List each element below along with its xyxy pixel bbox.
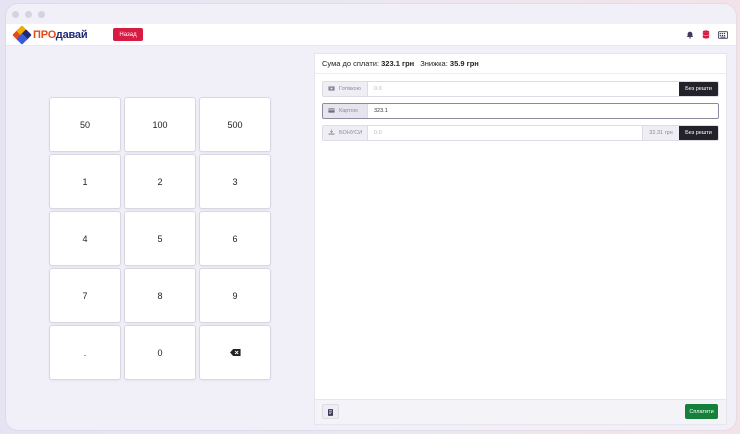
bonus-payment-row: БОНУСИ 0.0 32.31 грн Без решти: [322, 125, 719, 141]
key-dot[interactable]: .: [49, 325, 121, 380]
bonus-label-box: БОНУСИ: [323, 126, 368, 140]
payment-summary: Сума до сплати: 323.1 грн Знижка: 35.9 г…: [315, 54, 726, 74]
to-pay-value: 323.1 грн: [381, 59, 415, 68]
window-titlebar: [6, 4, 736, 24]
receipt-icon: [328, 403, 333, 421]
credit-card-icon: [328, 107, 335, 115]
key-9[interactable]: 9: [199, 268, 271, 323]
discount-value: 35.9 грн: [449, 59, 479, 68]
cash-label: Готівкою: [339, 86, 361, 92]
to-pay-label: Сума до сплати:: [322, 59, 380, 68]
payment-footer: Сплатити: [315, 399, 726, 424]
bonus-label: БОНУСИ: [339, 130, 363, 136]
receipt-button[interactable]: [322, 404, 339, 419]
logo-text: ПРОдавай: [33, 28, 88, 41]
header-actions: [686, 30, 728, 39]
database-icon[interactable]: [702, 30, 710, 39]
discount-label: Знижка:: [420, 59, 448, 68]
to-pay-text: Сума до сплати: 323.1 грн: [322, 59, 414, 68]
bonus-available: 32.31 грн: [642, 126, 679, 140]
bonus-amount-input[interactable]: 0.0: [368, 126, 642, 140]
key-4[interactable]: 4: [49, 211, 121, 266]
key-1[interactable]: 1: [49, 154, 121, 209]
cash-amount-input[interactable]: 0.0: [368, 82, 679, 96]
key-0[interactable]: 0: [124, 325, 196, 380]
cash-exact-button[interactable]: Без решти: [679, 82, 718, 96]
key-5[interactable]: 5: [124, 211, 196, 266]
key-50[interactable]: 50: [49, 97, 121, 152]
key-3[interactable]: 3: [199, 154, 271, 209]
key-6[interactable]: 6: [199, 211, 271, 266]
key-2[interactable]: 2: [124, 154, 196, 209]
browser-window: ПРОдавай Назад 50 100 500 1 2 3 4 5 6 7 …: [6, 4, 736, 430]
discount-text: Знижка: 35.9 грн: [420, 59, 479, 68]
numeric-keypad: 50 100 500 1 2 3 4 5 6 7 8 9 . 0: [49, 97, 271, 380]
key-8[interactable]: 8: [124, 268, 196, 323]
key-500[interactable]: 500: [199, 97, 271, 152]
cash-payment-row: Готівкою 0.0 Без решти: [322, 81, 719, 97]
back-button[interactable]: Назад: [113, 28, 143, 41]
backspace-icon: [229, 348, 241, 358]
main-content: 50 100 500 1 2 3 4 5 6 7 8 9 . 0 Сума до…: [6, 48, 736, 430]
card-amount-input[interactable]: 323.1: [368, 104, 718, 118]
card-label-box: Картою: [323, 104, 368, 118]
key-backspace[interactable]: [199, 325, 271, 380]
bonus-icon: [328, 129, 335, 137]
logo-text-pro: ПРО: [33, 28, 56, 41]
window-dot-icon[interactable]: [25, 10, 32, 18]
bell-icon[interactable]: [686, 31, 694, 39]
logo[interactable]: ПРОдавай: [12, 24, 88, 45]
payment-panel: Сума до сплати: 323.1 грн Знижка: 35.9 г…: [314, 53, 727, 425]
bonus-exact-button[interactable]: Без решти: [679, 126, 718, 140]
keyboard-icon[interactable]: [718, 30, 728, 39]
window-dot-icon[interactable]: [12, 10, 19, 18]
logo-mark-icon: [12, 24, 32, 45]
window-dot-icon[interactable]: [38, 10, 45, 18]
card-payment-row: Картою 323.1: [322, 103, 719, 119]
cash-label-box: Готівкою: [323, 82, 368, 96]
pay-button[interactable]: Сплатити: [685, 404, 718, 419]
key-7[interactable]: 7: [49, 268, 121, 323]
cash-icon: [328, 85, 335, 93]
key-100[interactable]: 100: [124, 97, 196, 152]
logo-text-rest: давай: [55, 28, 88, 41]
app-header: ПРОдавай Назад: [6, 24, 736, 46]
card-label: Картою: [339, 108, 358, 114]
